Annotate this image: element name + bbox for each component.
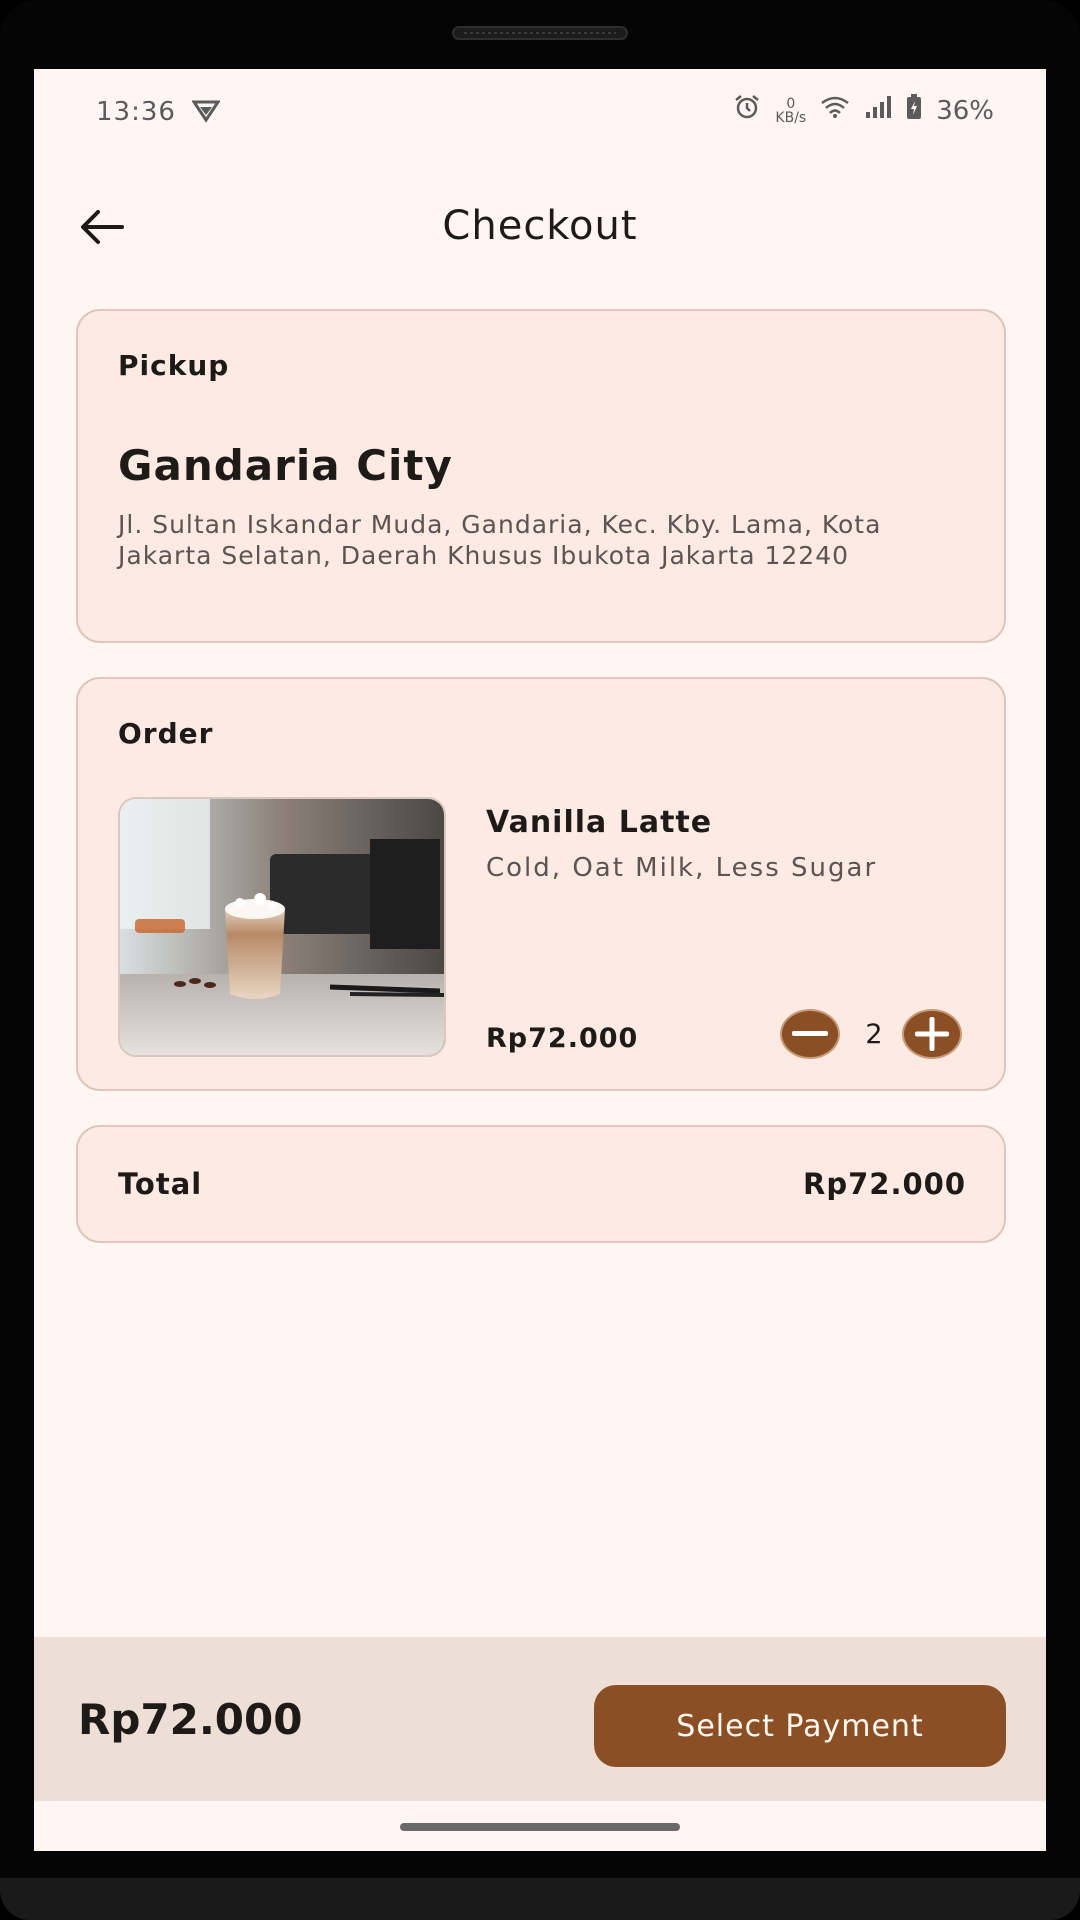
select-payment-button[interactable]: Select Payment <box>594 1685 1006 1767</box>
order-card: Order Vanilla Latte Cold, Oat Milk, Less… <box>76 677 1006 1091</box>
product-image <box>118 797 446 1057</box>
net-speed: 0 KB/s <box>775 97 806 125</box>
battery-percent: 36% <box>936 95 994 126</box>
plus-icon <box>915 1017 949 1051</box>
net-speed-unit: KB/s <box>775 109 807 126</box>
alarm-icon <box>733 93 761 128</box>
decrease-quantity-button[interactable] <box>780 1009 840 1059</box>
phone-bottom-bezel <box>0 1878 1080 1920</box>
speaker-grille <box>452 26 628 40</box>
status-icons: 0 KB/s 36% <box>733 93 994 128</box>
item-options: Cold, Oat Milk, Less Sugar <box>486 853 878 883</box>
minus-icon <box>792 1031 828 1036</box>
status-time: 13:36 <box>96 97 176 127</box>
battery-icon <box>906 94 922 127</box>
page-title: Checkout <box>442 203 638 249</box>
store-name: Gandaria City <box>118 441 453 490</box>
order-label: Order <box>118 717 214 750</box>
total-label: Total <box>118 1167 203 1201</box>
footer-total-price: Rp72.000 <box>78 1695 303 1744</box>
signal-icon <box>864 95 892 126</box>
screen: 13:36 0 KB/s 36% Checkout Pickup Gandari… <box>34 69 1046 1851</box>
total-value: Rp72.000 <box>803 1167 966 1201</box>
item-name: Vanilla Latte <box>486 805 713 840</box>
app-bar: Checkout <box>34 169 1046 279</box>
wifi-icon <box>820 95 850 126</box>
vpn-icon <box>191 99 221 127</box>
quantity-value: 2 <box>865 1019 883 1050</box>
increase-quantity-button[interactable] <box>902 1009 962 1059</box>
phone-frame: 13:36 0 KB/s 36% Checkout Pickup Gandari… <box>0 0 1080 1920</box>
store-address: Jl. Sultan Iskandar Muda, Gandaria, Kec.… <box>118 510 882 570</box>
pickup-label: Pickup <box>118 349 230 382</box>
checkout-footer: Rp72.000 Select Payment <box>34 1637 1046 1801</box>
status-bar: 13:36 0 KB/s 36% <box>34 69 1046 159</box>
home-indicator[interactable] <box>400 1823 680 1831</box>
net-speed-value: 0 <box>786 95 796 112</box>
pickup-card: Pickup Gandaria City Jl. Sultan Iskandar… <box>76 309 1006 643</box>
item-price: Rp72.000 <box>486 1023 639 1054</box>
total-card: Total Rp72.000 <box>76 1125 1006 1243</box>
